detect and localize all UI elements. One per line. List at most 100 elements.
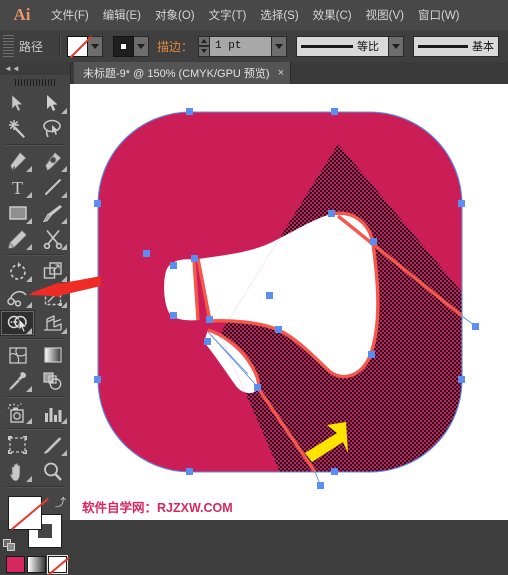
stroke-dropdown-button[interactable] <box>134 35 150 57</box>
slice-tool[interactable] <box>35 432 70 458</box>
menu-file[interactable]: 文件(F) <box>44 0 96 30</box>
scissors-icon <box>43 229 62 249</box>
control-bar-grip[interactable] <box>3 35 14 57</box>
width-profile-dropdown-button[interactable] <box>389 35 405 57</box>
curvature-tool[interactable] <box>35 148 70 174</box>
stroke-weight-dropdown-button[interactable] <box>272 35 288 57</box>
magic-wand-tool[interactable] <box>0 116 35 142</box>
caret-down-icon <box>201 49 208 54</box>
direct-selection-tool[interactable] <box>35 90 70 116</box>
chevron-down-icon <box>392 43 401 49</box>
shape-builder-tool[interactable] <box>0 310 35 336</box>
illustrator-window: Ai 文件(F) 编辑(E) 对象(O) 文字(T) 选择(S) 效果(C) 视… <box>0 0 508 574</box>
chevron-down-icon <box>137 43 146 49</box>
stepper-down-button[interactable] <box>198 46 211 57</box>
tool-group-corner-icon <box>61 192 67 198</box>
hand-tool[interactable] <box>0 458 35 484</box>
selection-tool[interactable] <box>0 90 35 116</box>
tool-group-corner-icon <box>26 386 32 392</box>
eyedropper-tool[interactable] <box>0 368 35 394</box>
tool-group-corner-icon <box>61 108 67 114</box>
line-segment-icon <box>44 178 61 196</box>
stroke-weight-control[interactable]: 1 pt <box>198 35 288 57</box>
brush-definition-control[interactable]: 基本 <box>413 35 500 57</box>
column-graph-tool[interactable] <box>35 400 70 426</box>
magnifier-icon <box>44 462 62 481</box>
tool-divider <box>6 396 64 398</box>
gradient-swatch[interactable] <box>27 556 46 573</box>
menu-object[interactable]: 对象(O) <box>148 0 202 30</box>
close-icon[interactable]: × <box>278 67 284 79</box>
tool-group-corner-icon <box>26 328 32 334</box>
rectangle-icon <box>8 206 27 220</box>
variable-width-profile-control[interactable]: 等比 <box>296 35 405 57</box>
artboard-tool[interactable] <box>0 432 35 458</box>
lasso-tool[interactable] <box>35 116 70 142</box>
menu-window[interactable]: 窗口(W) <box>411 0 467 30</box>
mesh-icon <box>8 346 27 364</box>
selection-type-label: 路径 <box>19 39 44 54</box>
tool-group-corner-icon <box>61 450 67 456</box>
tools-panel-collapse-button[interactable]: ◄◄ <box>0 62 70 75</box>
default-fill-stroke-button[interactable] <box>3 539 16 552</box>
fill-indicator[interactable] <box>8 496 42 530</box>
menu-effect[interactable]: 效果(C) <box>306 0 359 30</box>
default-fill-square <box>7 543 15 551</box>
rectangle-tool[interactable] <box>0 200 35 226</box>
pencil-tool[interactable] <box>0 226 35 252</box>
menu-view[interactable]: 视图(V) <box>359 0 411 30</box>
width-profile-box[interactable]: 等比 <box>296 35 390 57</box>
perspective-grid-tool[interactable] <box>35 310 70 336</box>
menu-select[interactable]: 选择(S) <box>253 0 305 30</box>
fill-color-control[interactable] <box>67 35 104 57</box>
stepper-up-button[interactable] <box>198 35 211 46</box>
eyedropper-icon <box>8 371 27 391</box>
tool-divider <box>6 338 64 340</box>
tool-group-corner-icon <box>26 418 32 424</box>
chevron-down-icon <box>275 43 284 49</box>
menu-edit[interactable]: 编辑(E) <box>96 0 148 30</box>
stroke-weight-input[interactable]: 1 pt <box>210 35 273 57</box>
symbol-sprayer-icon <box>7 402 24 423</box>
none-swatch[interactable] <box>47 555 68 574</box>
brush-preview <box>418 44 469 48</box>
pen-tool[interactable] <box>0 148 35 174</box>
stroke-weight-stepper[interactable] <box>198 35 211 57</box>
swap-fill-stroke-icon[interactable]: ⤴ <box>55 494 66 510</box>
tool-group-corner-icon <box>61 418 67 424</box>
mesh-tool[interactable] <box>0 342 35 368</box>
tool-group-corner-icon <box>26 276 32 282</box>
width-tool[interactable] <box>0 284 35 310</box>
stroke-swatch[interactable] <box>113 35 135 57</box>
scale-tool[interactable] <box>35 258 70 284</box>
gradient-tool[interactable] <box>35 342 70 368</box>
tools-panel-grip[interactable] <box>15 79 55 86</box>
magic-wand-icon <box>8 119 25 138</box>
paintbrush-icon <box>42 205 62 222</box>
tool-group-corner-icon <box>26 192 32 198</box>
stroke-weight-label: 描边： <box>157 39 194 54</box>
line-segment-tool[interactable] <box>35 174 70 200</box>
fill-swatch[interactable] <box>67 35 89 57</box>
app-logo: Ai <box>13 5 31 24</box>
paintbrush-tool[interactable] <box>35 200 70 226</box>
canvas-area[interactable]: 软件自学网：RJZXW.COM <box>70 84 508 520</box>
scale-icon <box>43 262 62 279</box>
type-tool[interactable]: T <box>0 174 35 200</box>
tool-group-corner-icon <box>26 218 32 224</box>
brush-definition-box[interactable]: 基本 <box>413 35 500 57</box>
scissors-tool[interactable] <box>35 226 70 252</box>
document-tab[interactable]: 未标题-9* @ 150% (CMYK/GPU 预览) × <box>74 62 292 84</box>
color-swatch[interactable] <box>6 556 25 573</box>
megaphone-icon-artwork[interactable] <box>70 84 508 520</box>
menu-bar: Ai 文件(F) 编辑(E) 对象(O) 文字(T) 选择(S) 效果(C) 视… <box>0 0 508 31</box>
free-transform-tool[interactable] <box>35 284 70 310</box>
rotate-tool[interactable] <box>0 258 35 284</box>
blend-icon <box>43 372 62 390</box>
menu-type[interactable]: 文字(T) <box>202 0 254 30</box>
symbol-sprayer-tool[interactable] <box>0 400 35 426</box>
blend-tool[interactable] <box>35 368 70 394</box>
tool-divider <box>6 486 64 488</box>
zoom-tool[interactable] <box>35 458 70 484</box>
stroke-color-control[interactable] <box>113 35 150 57</box>
